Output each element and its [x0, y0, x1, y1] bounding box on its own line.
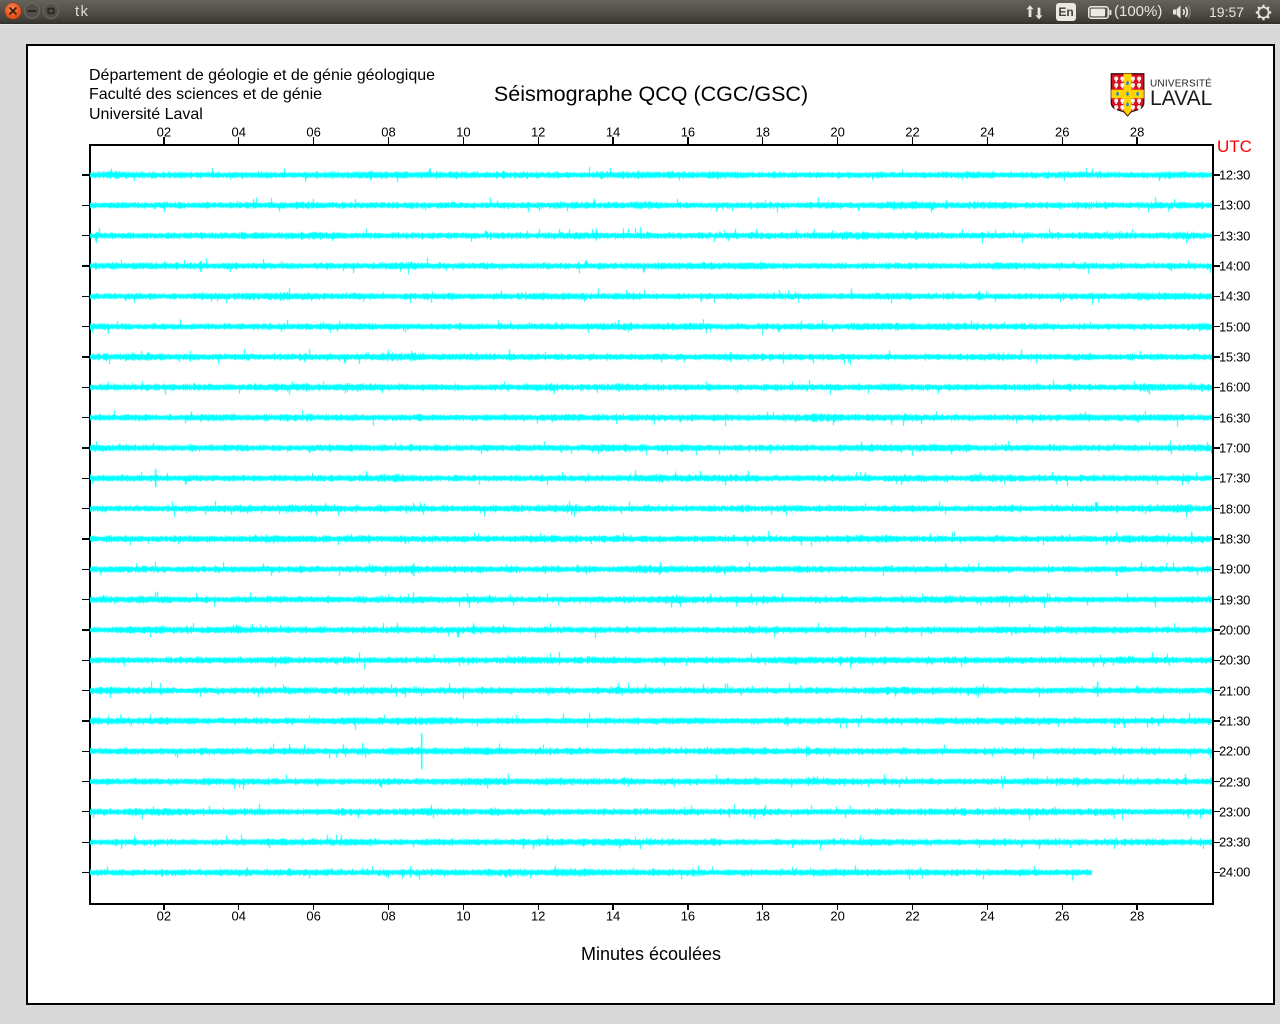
svg-text:LAVAL: LAVAL [1150, 87, 1212, 110]
